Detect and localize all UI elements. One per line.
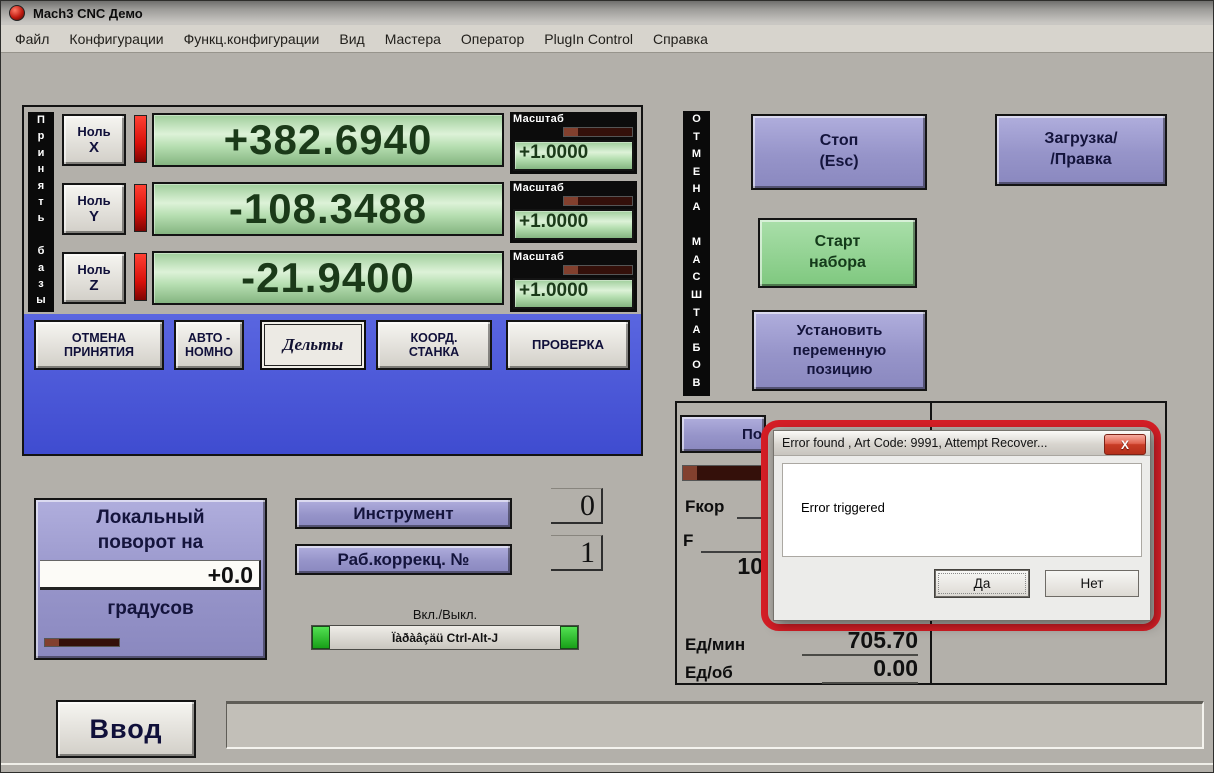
start-run-button[interactable]: Старт набора	[758, 218, 917, 288]
mdi-input[interactable]	[226, 701, 1204, 749]
title-bar: Mach3 CNC Демо	[1, 1, 1213, 25]
z-scale-bar	[563, 265, 633, 275]
dro-panel: П р и н я т ь б а з ы Ноль X +382.6940 М…	[22, 105, 643, 456]
x-scale-label: Масштаб	[513, 113, 565, 125]
yes-button[interactable]: Да	[935, 570, 1029, 597]
fkor-label: Fкор	[685, 497, 725, 516]
zero-z-button[interactable]: Ноль Z	[62, 252, 126, 304]
zero-label: Ноль	[77, 124, 111, 139]
work-offset-button[interactable]: Раб.коррекц. №	[295, 544, 512, 575]
f-value-partial[interactable]: 10	[717, 553, 763, 580]
z-led-indicator	[134, 253, 147, 301]
menu-file[interactable]: Файл	[5, 31, 59, 47]
y-dro-display[interactable]: -108.3488	[152, 182, 504, 236]
menu-view[interactable]: Вид	[329, 31, 374, 47]
zero-y-button[interactable]: Ноль Y	[62, 183, 126, 235]
verify-button[interactable]: ПРОВЕРКА	[506, 320, 630, 370]
x-led-indicator	[134, 115, 147, 163]
y-scale-value[interactable]: +1.0000	[513, 209, 634, 240]
error-dialog-title: Error found , Art Code: 9991, Attempt Re…	[782, 436, 1048, 450]
z-dro-display[interactable]: -21.9400	[152, 251, 504, 305]
menu-config[interactable]: Конфигурации	[59, 31, 173, 47]
feed-header-button[interactable]: По	[680, 415, 766, 453]
menu-operator[interactable]: Оператор	[451, 31, 534, 47]
menu-func-config[interactable]: Функц.конфигурации	[174, 31, 330, 47]
y-led-indicator	[134, 184, 147, 232]
mach3-window: Mach3 CNC Демо Файл Конфигурации Функц.к…	[0, 0, 1214, 773]
app-icon	[9, 5, 25, 21]
zero-label: Ноль	[77, 193, 111, 208]
tool-button[interactable]: Инструмент	[295, 498, 512, 529]
tool-number-display[interactable]: 0	[551, 488, 603, 524]
load-edit-button[interactable]: Загрузка/ /Правка	[995, 114, 1167, 186]
deltas-button[interactable]: Дельты	[260, 320, 366, 370]
stop-button[interactable]: Стоп (Esc)	[751, 114, 927, 190]
autonomous-button[interactable]: АВТО - НОМНО	[174, 320, 244, 370]
rotation-bar	[44, 638, 120, 647]
set-variable-position-button[interactable]: Установить переменную позицию	[752, 310, 927, 391]
window-bottom-edge	[1, 763, 1213, 765]
window-title: Mach3 CNC Демо	[33, 5, 143, 21]
close-icon[interactable]: X	[1104, 434, 1146, 455]
toggle-led-right-icon	[560, 626, 578, 649]
units-per-rev-value[interactable]: 0.00	[822, 655, 918, 684]
work-offset-number-display[interactable]: 1	[551, 535, 603, 571]
feed-rate-bar	[682, 465, 766, 481]
axis-letter: Y	[88, 208, 99, 225]
units-per-min-value[interactable]: 705.70	[802, 627, 918, 656]
units-per-rev-label: Ед/об	[685, 663, 733, 682]
error-message: Error triggered	[801, 500, 885, 515]
error-dialog-titlebar[interactable]: Error found , Art Code: 9991, Attempt Re…	[774, 431, 1150, 456]
y-scale-bar	[563, 196, 633, 206]
error-dialog: Error found , Art Code: 9991, Attempt Re…	[773, 430, 1151, 621]
x-dro-display[interactable]: +382.6940	[152, 113, 504, 167]
x-scale-cell: Масштаб +1.0000	[510, 112, 637, 174]
cancel-accept-button[interactable]: ОТМЕНА ПРИНЯТИЯ	[34, 320, 164, 370]
z-scale-value[interactable]: +1.0000	[513, 278, 634, 309]
units-per-min-label: Ед/мин	[685, 635, 746, 654]
y-scale-cell: Масштаб +1.0000	[510, 181, 637, 243]
rotation-units-label: градусов	[107, 598, 194, 619]
axis-letter: X	[88, 139, 99, 156]
f-label: F	[683, 531, 694, 550]
zero-x-button[interactable]: Ноль X	[62, 114, 126, 166]
cancel-scales-button[interactable]: О Т М Е Н А М А С Ш Т А Б О В	[683, 111, 710, 396]
y-scale-label: Масштаб	[513, 182, 565, 194]
mode-panel: ОТМЕНА ПРИНЯТИЯ АВТО - НОМНО Дельты КООР…	[24, 314, 641, 454]
toggle-caption: Вкл./Выкл.	[412, 607, 478, 622]
no-button[interactable]: Нет	[1045, 570, 1139, 597]
axis-letter: Z	[89, 277, 99, 294]
toggle-led-left-icon	[312, 626, 330, 649]
x-scale-value[interactable]: +1.0000	[513, 140, 634, 171]
z-scale-cell: Масштаб +1.0000	[510, 250, 637, 312]
z-scale-label: Масштаб	[513, 251, 565, 263]
menu-bar: Файл Конфигурации Функц.конфигурации Вид…	[1, 25, 1213, 53]
zero-label: Ноль	[77, 262, 111, 277]
rotation-title: Локальный поворот на	[96, 507, 205, 553]
accept-bases-button[interactable]: П р и н я т ь б а з ы	[28, 112, 54, 312]
x-scale-bar	[563, 127, 633, 137]
rotation-panel: Локальный поворот на +0.0 градусов	[34, 498, 267, 660]
menu-plugin-control[interactable]: PlugIn Control	[534, 31, 643, 47]
menu-wizards[interactable]: Мастера	[375, 31, 451, 47]
machine-coords-button[interactable]: КООРД. СТАНКА	[376, 320, 492, 370]
mdi-enter-button[interactable]: Ввод	[56, 700, 196, 758]
error-dialog-content: Error triggered	[782, 463, 1142, 557]
toggle-button-label: Ïàðàâçäü Ctrl-Alt-J	[391, 630, 499, 645]
screen-toggle-button[interactable]: Ïàðàâçäü Ctrl-Alt-J	[311, 625, 579, 650]
menu-help[interactable]: Справка	[643, 31, 718, 47]
rotation-value-display[interactable]: +0.0	[40, 560, 261, 590]
